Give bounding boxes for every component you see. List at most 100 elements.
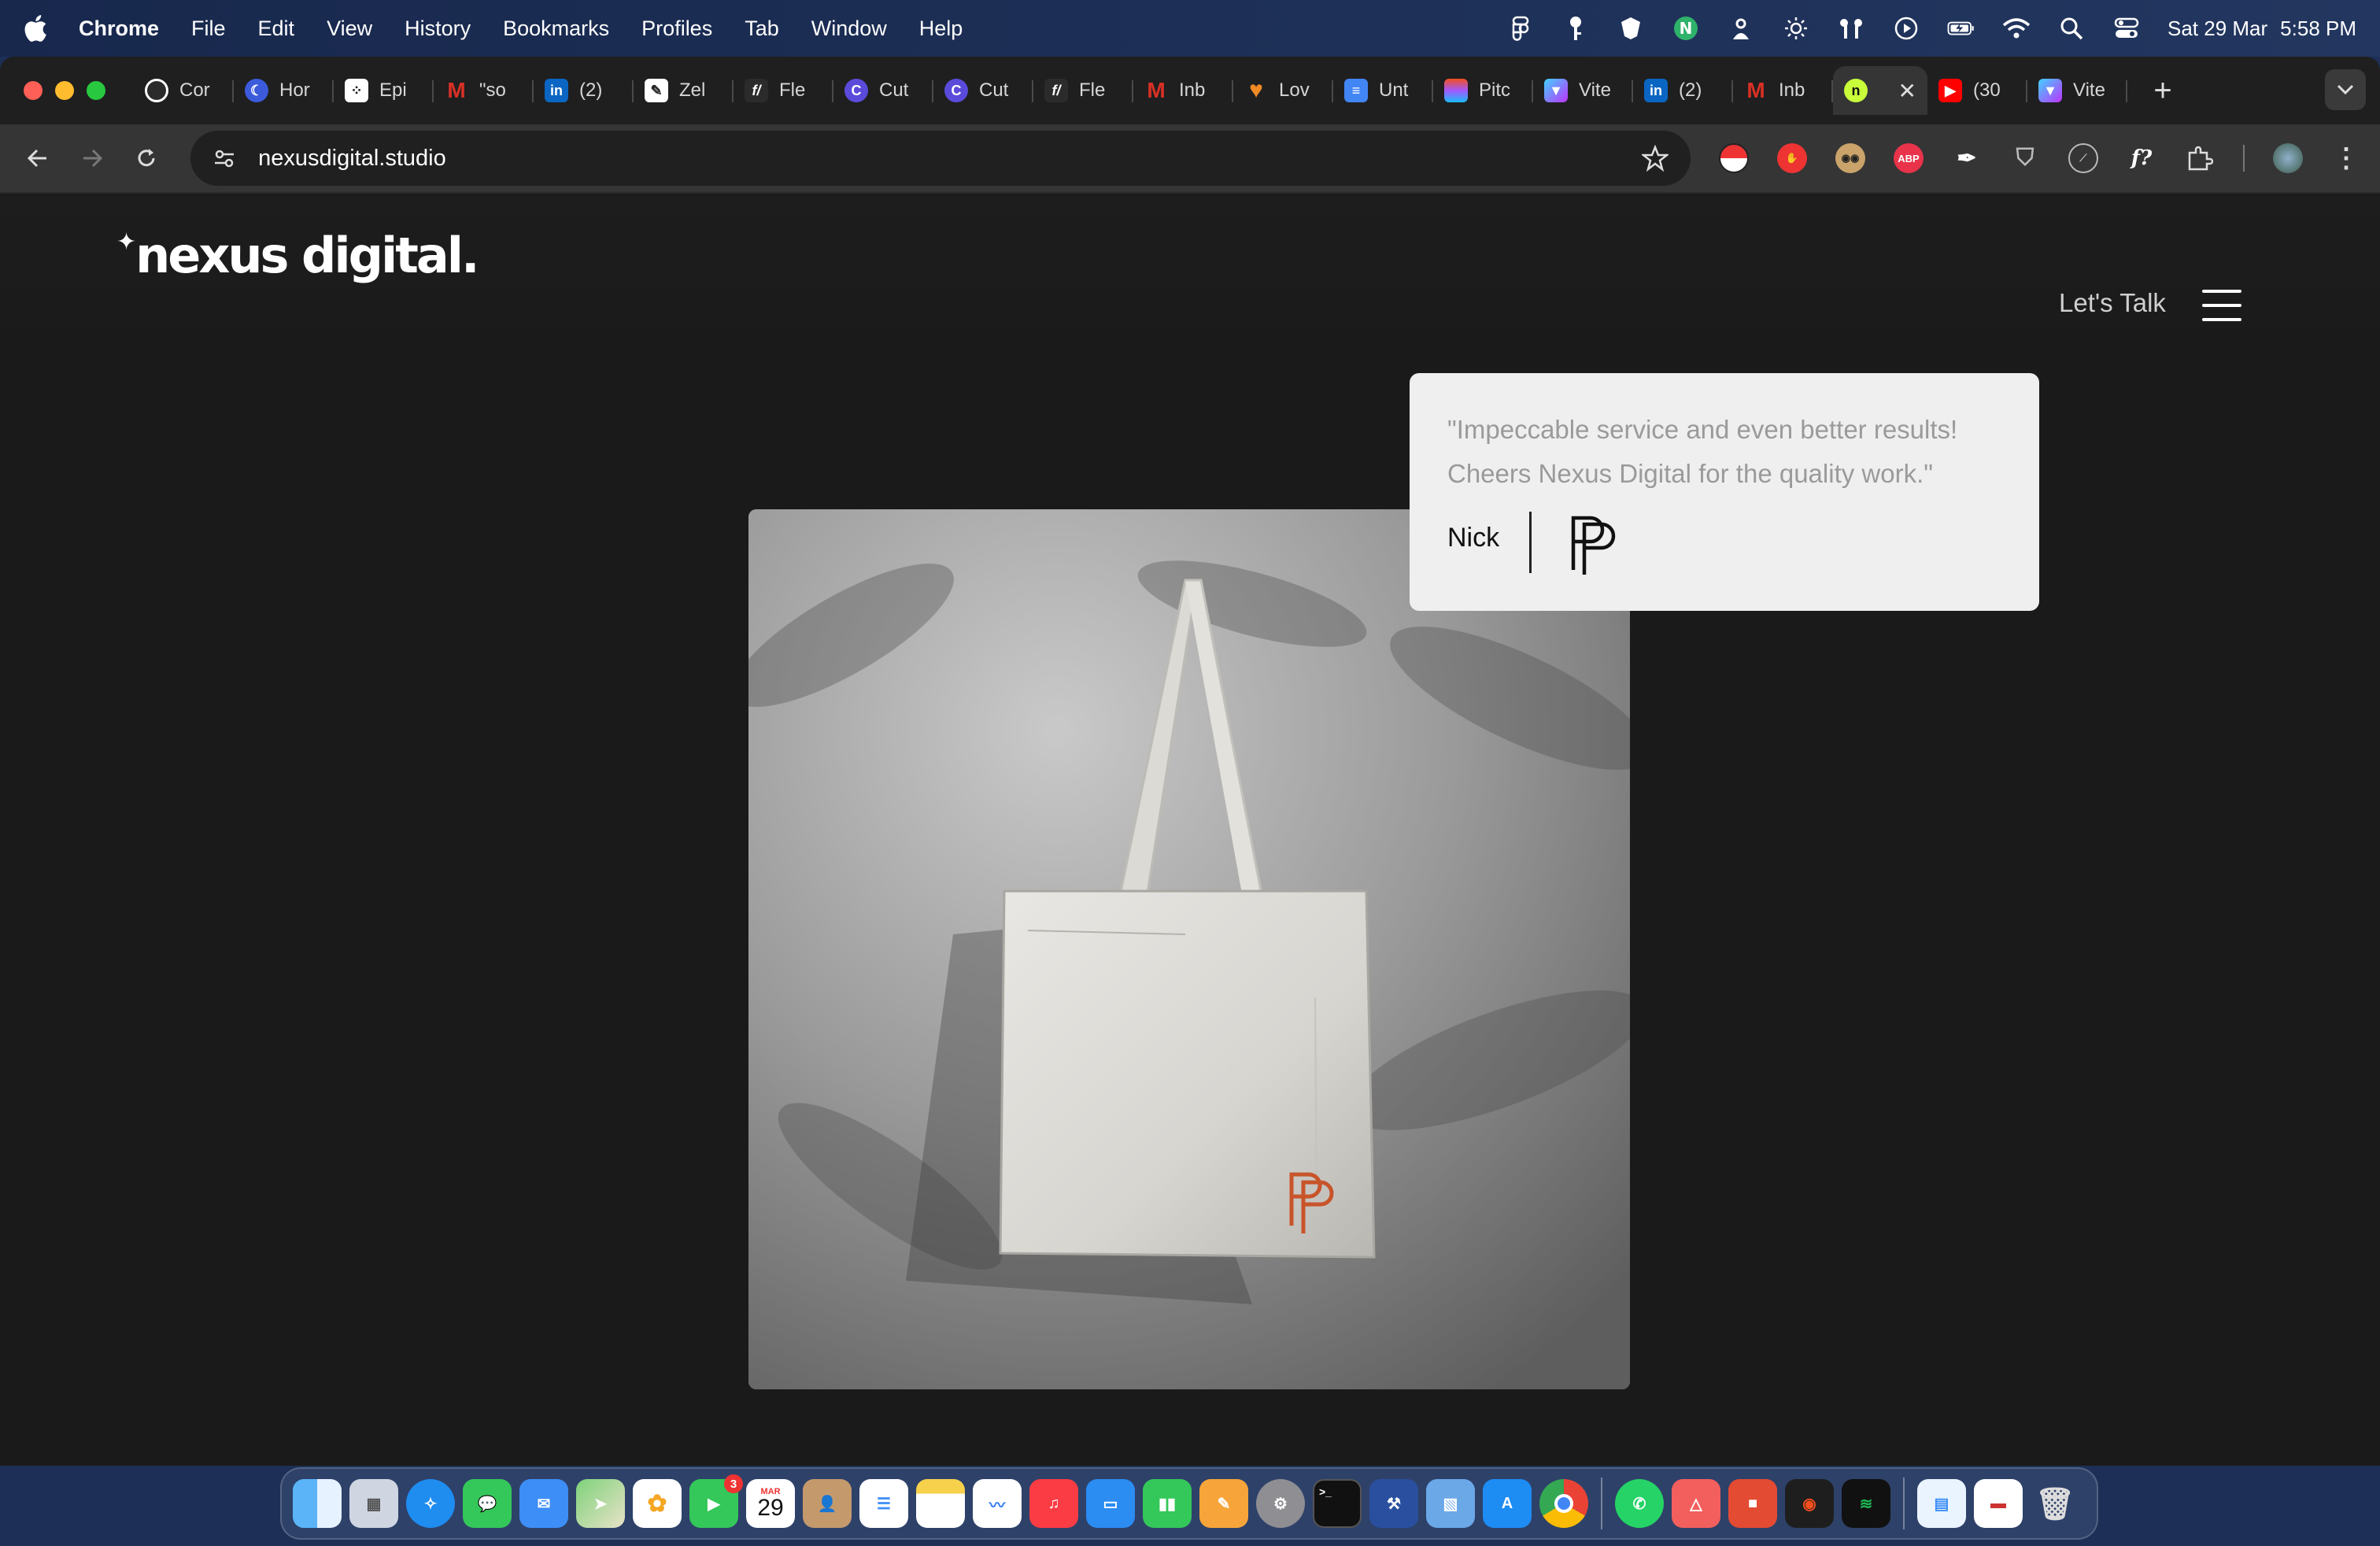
menu-tab[interactable]: Tab [745, 17, 779, 41]
reload-button[interactable] [128, 139, 165, 177]
presentation-app-icon[interactable]: ■ [1728, 1479, 1777, 1528]
keynote-icon[interactable]: ▭ [1086, 1479, 1135, 1528]
new-tab-button[interactable]: + [2143, 73, 2182, 109]
tab-11[interactable]: M Inb [1133, 66, 1233, 115]
tab-16[interactable]: in (2) [1633, 66, 1733, 115]
tab-5[interactable]: in (2) [534, 66, 634, 115]
tab-10[interactable]: f/Fle [1033, 66, 1133, 115]
tab-8[interactable]: C Cut [833, 66, 933, 115]
close-window-button[interactable] [24, 81, 42, 100]
tab-search-button[interactable] [2325, 69, 2366, 110]
key-status-icon[interactable] [1561, 14, 1590, 43]
notes-icon[interactable] [916, 1479, 965, 1528]
mask-extension-icon[interactable]: ◉◉ [1835, 143, 1865, 173]
tab-13[interactable]: ≡ Unt [1333, 66, 1433, 115]
back-button[interactable] [19, 139, 56, 177]
figma-icon[interactable]: ◉ [1785, 1479, 1834, 1528]
menu-profiles[interactable]: Profiles [641, 17, 712, 41]
adblock-extension-icon[interactable]: ABP [1893, 143, 1924, 173]
battery-icon[interactable] [1947, 14, 1975, 43]
numbers-icon[interactable]: ▮▮ [1143, 1479, 1192, 1528]
airpods-status-icon[interactable] [1837, 14, 1865, 43]
control-center-icon[interactable] [2112, 14, 2141, 43]
tab-7[interactable]: f/Fle [734, 66, 833, 115]
pokeball-extension-icon[interactable] [1718, 143, 1749, 173]
whatsapp-icon[interactable]: ✆ [1615, 1479, 1664, 1528]
pages-icon[interactable]: ✎ [1199, 1479, 1248, 1528]
tab-3[interactable]: ⁘ Epi [334, 66, 434, 115]
tab-active-nexus[interactable]: n ✕ [1833, 66, 1927, 115]
zoom-window-button[interactable] [87, 81, 105, 100]
menu-edit[interactable]: Edit [258, 17, 295, 41]
tab-9[interactable]: C Cut [933, 66, 1033, 115]
minimize-window-button[interactable] [55, 81, 74, 100]
menu-bookmarks[interactable]: Bookmarks [503, 17, 609, 41]
menu-bar-clock[interactable]: Sat 29 Mar 5:58 PM [2168, 17, 2356, 41]
tab-2[interactable]: ☾ Hor [234, 66, 334, 115]
menu-chrome[interactable]: Chrome [79, 17, 159, 41]
menu-history[interactable]: History [405, 17, 471, 41]
apple-menu-icon[interactable] [24, 13, 52, 44]
fonts-extension-icon[interactable]: f? [2127, 143, 2156, 173]
bookmark-star-icon[interactable] [1641, 145, 1669, 172]
screenshot-stack-icon[interactable]: ▬ [1974, 1479, 2023, 1528]
tab-12[interactable]: ♥ Lov [1233, 66, 1333, 115]
calendar-icon[interactable]: MAR 29 [746, 1479, 795, 1528]
menu-file[interactable]: File [191, 17, 226, 41]
terminal-icon[interactable]: >_ [1313, 1479, 1362, 1528]
menu-help[interactable]: Help [919, 17, 963, 41]
trash-icon[interactable]: 🗑 [2031, 1479, 2079, 1528]
puzzle-extensions-icon[interactable] [2185, 143, 2215, 173]
chrome-icon[interactable] [1539, 1479, 1588, 1528]
tab-14[interactable]: Pitc [1433, 66, 1533, 115]
creative-app-icon[interactable]: △ [1672, 1479, 1720, 1528]
maps-icon[interactable]: ➤ [576, 1479, 625, 1528]
wifi-icon[interactable] [2002, 14, 2031, 43]
xcode-icon[interactable]: ⚒ [1369, 1479, 1418, 1528]
nexus-digital-logo[interactable]: ✦nexus digital. [116, 227, 480, 284]
airdrop-status-icon[interactable] [1727, 14, 1755, 43]
mail-icon[interactable]: ✉ [519, 1479, 568, 1528]
vpn-status-icon[interactable] [1617, 14, 1645, 43]
tab-4[interactable]: M "so [434, 66, 534, 115]
lets-talk-link[interactable]: Let's Talk [2059, 288, 2166, 318]
tab-15[interactable]: ▼ Vite [1533, 66, 1633, 115]
brightness-status-icon[interactable] [1782, 14, 1810, 43]
finder-icon[interactable] [293, 1479, 342, 1528]
system-settings-icon[interactable]: ⚙ [1256, 1479, 1305, 1528]
facetime-icon[interactable]: ▶ 3 [689, 1474, 743, 1528]
menu-window[interactable]: Window [811, 17, 887, 41]
eyedropper-extension-icon[interactable]: ✒ [1952, 143, 1982, 173]
tab-17[interactable]: M Inb [1733, 66, 1833, 115]
launchpad-icon[interactable]: ▦ [349, 1479, 398, 1528]
preview-icon[interactable]: ▧ [1426, 1479, 1475, 1528]
play-status-icon[interactable] [1892, 14, 1920, 43]
hamburger-menu-icon[interactable] [2202, 290, 2241, 321]
address-bar[interactable]: nexusdigital.studio [190, 131, 1691, 186]
photos-icon[interactable]: ✿ [633, 1479, 682, 1528]
tab-6[interactable]: ✎ Zel [634, 66, 734, 115]
freeform-icon[interactable]: 〰 [973, 1479, 1022, 1528]
profile-avatar-icon[interactable] [2272, 143, 2303, 173]
downloads-folder-icon[interactable]: ▤ [1917, 1479, 1966, 1528]
compass-extension-icon[interactable]: ⟋ [2068, 143, 2098, 173]
menu-view[interactable]: View [327, 17, 372, 41]
safari-icon[interactable]: ✧ [406, 1479, 455, 1528]
hand-extension-icon[interactable]: ✋ [1776, 143, 1807, 173]
app-store-icon[interactable]: A [1483, 1479, 1532, 1528]
tab-1[interactable]: Cor [134, 66, 234, 115]
forward-button[interactable] [73, 139, 110, 177]
close-tab-icon[interactable]: ✕ [1898, 78, 1916, 104]
contacts-icon[interactable]: 👤 [803, 1479, 852, 1528]
messages-icon[interactable]: 💬 [463, 1479, 512, 1528]
reminders-icon[interactable]: ☰ [859, 1479, 908, 1528]
tab-20[interactable]: ▼ Vite [2027, 66, 2127, 115]
spotify-icon[interactable]: ≋ [1842, 1479, 1890, 1528]
shield-extension-icon[interactable]: ⛉ [2010, 143, 2040, 173]
spotlight-search-icon[interactable] [2057, 14, 2086, 43]
music-icon[interactable]: ♫ [1029, 1479, 1078, 1528]
tab-19[interactable]: ▶ (30 [1927, 66, 2027, 115]
figma-status-icon[interactable] [1506, 14, 1535, 43]
site-settings-icon[interactable] [213, 146, 236, 170]
grammarly-status-icon[interactable]: N [1672, 14, 1700, 43]
